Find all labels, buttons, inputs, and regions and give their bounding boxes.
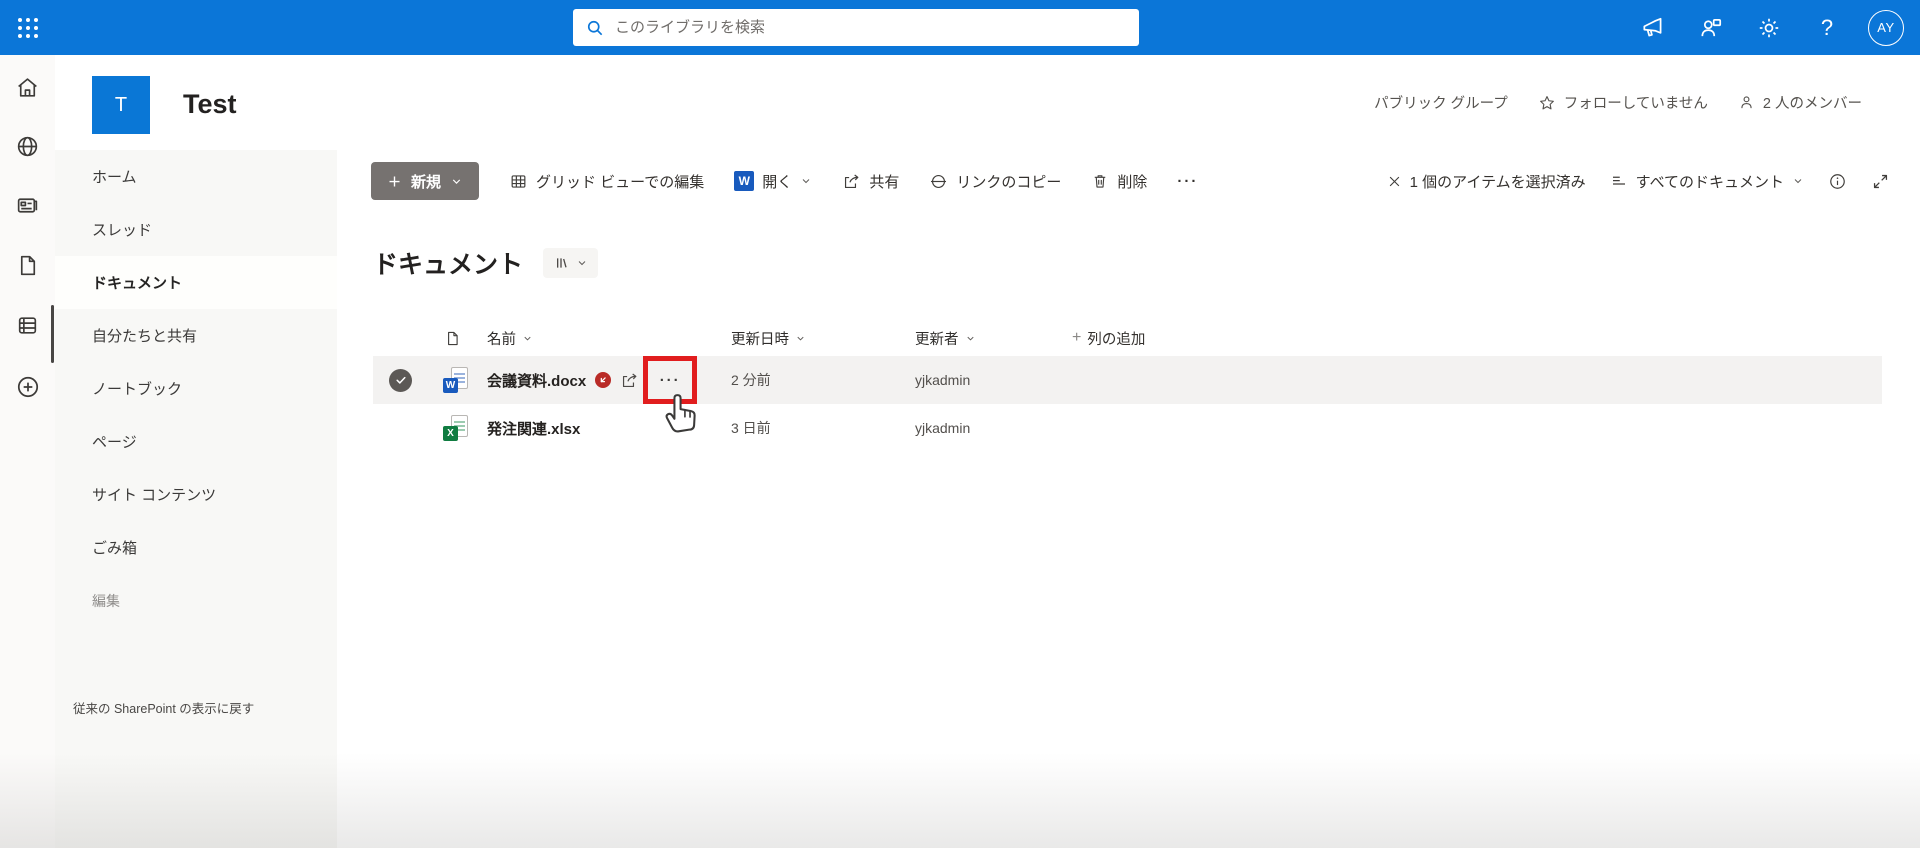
sidebar-item-recycle-bin[interactable]: ごみ箱 [55, 521, 337, 574]
word-app-icon: W [734, 171, 755, 191]
members-button[interactable]: 2 人のメンバー [1738, 92, 1862, 113]
sidebar-item-notebook[interactable]: ノートブック [55, 362, 337, 415]
open-button[interactable]: W 開く [734, 171, 812, 192]
table-row[interactable]: X 発注関連.xlsx 3 日前 yjkadmin [373, 404, 1882, 452]
chevron-down-icon [1792, 175, 1804, 187]
star-icon [1538, 94, 1556, 112]
add-column-button[interactable]: + 列の追加 [1060, 328, 1882, 349]
info-icon[interactable] [1828, 172, 1847, 191]
column-header-name[interactable]: 名前 [480, 328, 723, 349]
file-name[interactable]: 会議資料.docx [487, 370, 586, 391]
person-icon [1738, 94, 1755, 111]
command-bar: 新規 グリッド ビューでの編集 W 開く 共有 リンクのコピー 削除 ··· 1… [337, 158, 1920, 204]
search-input[interactable] [615, 19, 1127, 36]
modified-by-value: yjkadmin [915, 420, 971, 436]
documents-table: 名前 更新日時 更新者 + 列の追加 W 会議資料.docx ··· 2 分前 … [373, 320, 1882, 452]
sidebar-nav: ホーム スレッド ドキュメント 自分たちと共有 ノートブック ページ サイト コ… [55, 150, 337, 848]
trash-icon [1091, 172, 1109, 190]
site-title[interactable]: Test [183, 89, 237, 120]
site-privacy-label: パブリック グループ [1374, 96, 1508, 112]
delete-button[interactable]: 削除 [1091, 171, 1147, 192]
column-header-modified-by[interactable]: 更新者 [905, 328, 1060, 349]
home-icon[interactable] [0, 72, 55, 102]
view-list-icon [1610, 172, 1628, 190]
chevron-down-icon [576, 257, 588, 269]
row-selected-check-icon[interactable] [389, 368, 412, 392]
link-icon [929, 172, 948, 191]
clear-selection-button[interactable]: 1 個のアイテムを選択済み [1387, 171, 1586, 192]
share-icon [842, 172, 861, 191]
sidebar-item-home[interactable]: ホーム [55, 150, 337, 203]
modified-value: 2 分前 [731, 372, 771, 388]
word-file-icon: W [443, 367, 468, 393]
grid-icon [509, 172, 528, 191]
view-selector[interactable]: すべてのドキュメント [1610, 171, 1804, 192]
file-name[interactable]: 発注関連.xlsx [487, 418, 580, 439]
news-icon[interactable] [0, 190, 55, 220]
chevron-down-icon [450, 175, 463, 188]
help-icon[interactable]: ? [1810, 11, 1844, 45]
sidebar-item-site-contents[interactable]: サイト コンテンツ [55, 468, 337, 521]
modified-value: 3 日前 [731, 420, 771, 436]
site-logo[interactable]: T [92, 76, 150, 134]
suite-bar: ? AY [0, 0, 1920, 55]
library-heading: ドキュメント [373, 251, 524, 279]
settings-gear-icon[interactable] [1752, 11, 1786, 45]
excel-file-icon: X [443, 415, 468, 441]
copy-link-button[interactable]: リンクのコピー [929, 171, 1061, 192]
sidebar-item-pages[interactable]: ページ [55, 415, 337, 468]
site-header: T Test パブリック グループ フォローしていません 2 人のメンバー [55, 55, 1920, 150]
more-commands-button[interactable]: ··· [1177, 173, 1198, 190]
file-type-column-icon[interactable] [444, 330, 480, 347]
app-launcher-waffle-icon[interactable] [0, 0, 55, 55]
modified-by-value: yjkadmin [915, 372, 971, 388]
follow-button[interactable]: フォローしていません [1538, 92, 1708, 113]
pages-icon[interactable] [0, 250, 55, 280]
sidebar-item-documents[interactable]: ドキュメント [55, 256, 337, 309]
sidebar-item-shared-with-us[interactable]: 自分たちと共有 [55, 309, 337, 362]
people-admin-icon[interactable] [1694, 11, 1728, 45]
classic-sharepoint-link[interactable]: 従来の SharePoint の表示に戻す [73, 698, 254, 717]
chevron-down-icon [800, 175, 812, 187]
globe-icon[interactable] [0, 131, 55, 161]
plus-icon [387, 174, 402, 189]
share-button[interactable]: 共有 [842, 171, 899, 192]
sidebar-item-edit[interactable]: 編集 [55, 574, 337, 627]
row-more-actions-button[interactable]: ··· [643, 356, 698, 404]
row-share-icon[interactable] [620, 371, 639, 390]
app-rail [0, 55, 55, 848]
shelf-bars-icon [553, 255, 569, 271]
search-icon [585, 18, 605, 38]
column-settings-pill[interactable] [543, 248, 599, 278]
table-row[interactable]: W 会議資料.docx ··· 2 分前 yjkadmin [373, 356, 1882, 404]
column-header-modified[interactable]: 更新日時 [723, 328, 905, 349]
table-header-row: 名前 更新日時 更新者 + 列の追加 [373, 320, 1882, 356]
library-search-box[interactable] [573, 9, 1139, 46]
announcements-megaphone-icon[interactable] [1636, 11, 1670, 45]
grid-view-edit-button[interactable]: グリッド ビューでの編集 [509, 171, 704, 192]
create-plus-icon[interactable] [0, 372, 55, 402]
close-x-icon [1387, 174, 1402, 189]
new-button[interactable]: 新規 [371, 162, 480, 200]
account-avatar[interactable]: AY [1868, 9, 1904, 46]
lists-icon[interactable] [0, 310, 55, 340]
expand-fullscreen-icon[interactable] [1871, 172, 1890, 191]
blocked-restricted-icon [595, 372, 612, 388]
sidebar-item-threads[interactable]: スレッド [55, 203, 337, 256]
